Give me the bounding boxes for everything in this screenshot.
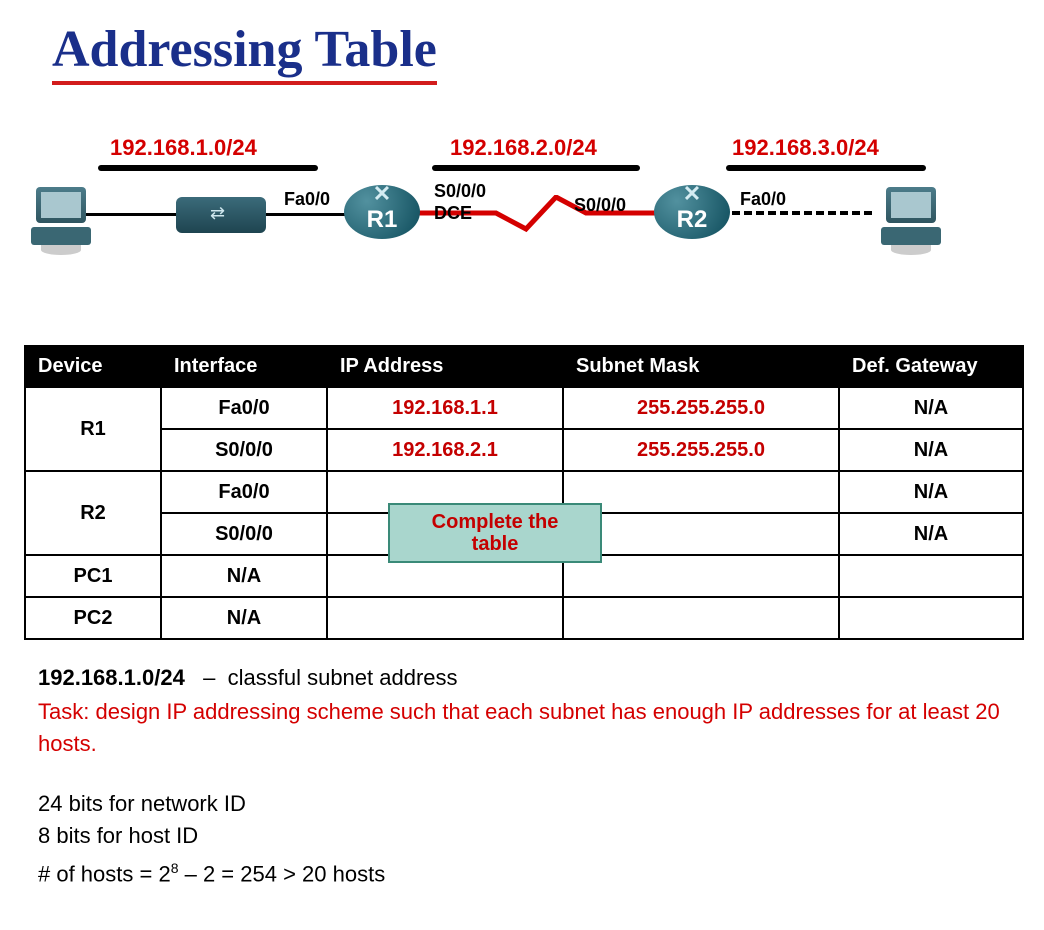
cell-mask: 255.255.255.0 (563, 429, 839, 471)
subnet-bar-1 (98, 165, 318, 171)
cell-mask (563, 471, 839, 513)
link-pc1-switch (82, 213, 182, 216)
cell-iface: S0/0/0 (161, 429, 327, 471)
pc1-label: PC1 (42, 197, 69, 213)
node-r2: R2 (654, 185, 730, 239)
cell-ip: 192.168.2.1 (327, 429, 563, 471)
cell-ip: 192.168.1.1 (327, 387, 563, 429)
th-gateway: Def. Gateway (839, 346, 1023, 387)
cell-device: PC2 (25, 597, 161, 639)
node-r1: R1 (344, 185, 420, 239)
network-topology: 192.168.1.0/24 192.168.2.0/24 192.168.3.… (20, 135, 1024, 305)
cell-device: R1 (25, 387, 161, 471)
cell-mask: 255.255.255.0 (563, 387, 839, 429)
iface-r1-s-bot: DCE (434, 203, 472, 224)
subnet-bar-3 (726, 165, 926, 171)
node-pc2: PC2 (876, 187, 946, 255)
cell-gw: N/A (839, 387, 1023, 429)
note-classful: 192.168.1.0/24 – classful subnet address (38, 662, 1024, 694)
cell-mask (563, 555, 839, 597)
complete-table-callout: Complete the table (388, 503, 602, 563)
subnet-bar-2 (432, 165, 640, 171)
note-classful-net: 192.168.1.0/24 (38, 665, 185, 690)
notes: 192.168.1.0/24 – classful subnet address… (38, 662, 1024, 890)
cell-iface: Fa0/0 (161, 387, 327, 429)
cell-iface: N/A (161, 555, 327, 597)
note-task: Task: design IP addressing scheme such t… (38, 696, 1024, 760)
th-ip: IP Address (327, 346, 563, 387)
iface-r2-fa: Fa0/0 (740, 189, 786, 210)
subnet-label-3: 192.168.3.0/24 (732, 135, 879, 161)
iface-r1-s-top: S0/0/0 (434, 181, 486, 202)
cell-gw: N/A (839, 471, 1023, 513)
cell-gw (839, 555, 1023, 597)
note-calc: 24 bits for network ID 8 bits for host I… (38, 788, 1024, 890)
th-mask: Subnet Mask (563, 346, 839, 387)
r2-label: R2 (677, 206, 708, 233)
cell-iface: S0/0/0 (161, 513, 327, 555)
cell-mask (563, 513, 839, 555)
note-classful-txt: classful subnet address (228, 665, 458, 690)
note-calc-2: 8 bits for host ID (38, 820, 1024, 852)
link-switch-r1 (260, 213, 355, 216)
node-switch (176, 197, 266, 233)
cell-gw (839, 597, 1023, 639)
addressing-table: Device Interface IP Address Subnet Mask … (24, 345, 1024, 640)
note-calc-3: # of hosts = 28 – 2 = 254 > 20 hosts (38, 852, 1024, 890)
table-row: PC2 N/A (25, 597, 1023, 639)
th-device: Device (25, 346, 161, 387)
iface-r1-fa: Fa0/0 (284, 189, 330, 210)
cell-gw: N/A (839, 429, 1023, 471)
r1-label: R1 (367, 206, 398, 233)
cell-iface: N/A (161, 597, 327, 639)
cell-device: PC1 (25, 555, 161, 597)
table-row: R1 Fa0/0 192.168.1.1 255.255.255.0 N/A (25, 387, 1023, 429)
cell-gw: N/A (839, 513, 1023, 555)
table-row: S0/0/0 192.168.2.1 255.255.255.0 N/A (25, 429, 1023, 471)
link-r2-pc2 (732, 211, 872, 215)
th-interface: Interface (161, 346, 327, 387)
cell-mask (563, 597, 839, 639)
iface-r2-s: S0/0/0 (574, 195, 626, 216)
cell-ip (327, 597, 563, 639)
page-title: Addressing Table (52, 20, 437, 85)
subnet-label-1: 192.168.1.0/24 (110, 135, 257, 161)
cell-iface: Fa0/0 (161, 471, 327, 513)
cell-device: R2 (25, 471, 161, 555)
addressing-table-wrap: Device Interface IP Address Subnet Mask … (20, 345, 1024, 640)
note-calc-1: 24 bits for network ID (38, 788, 1024, 820)
pc2-label: PC2 (892, 197, 919, 213)
node-pc1: PC1 (26, 187, 96, 255)
subnet-label-2: 192.168.2.0/24 (450, 135, 597, 161)
